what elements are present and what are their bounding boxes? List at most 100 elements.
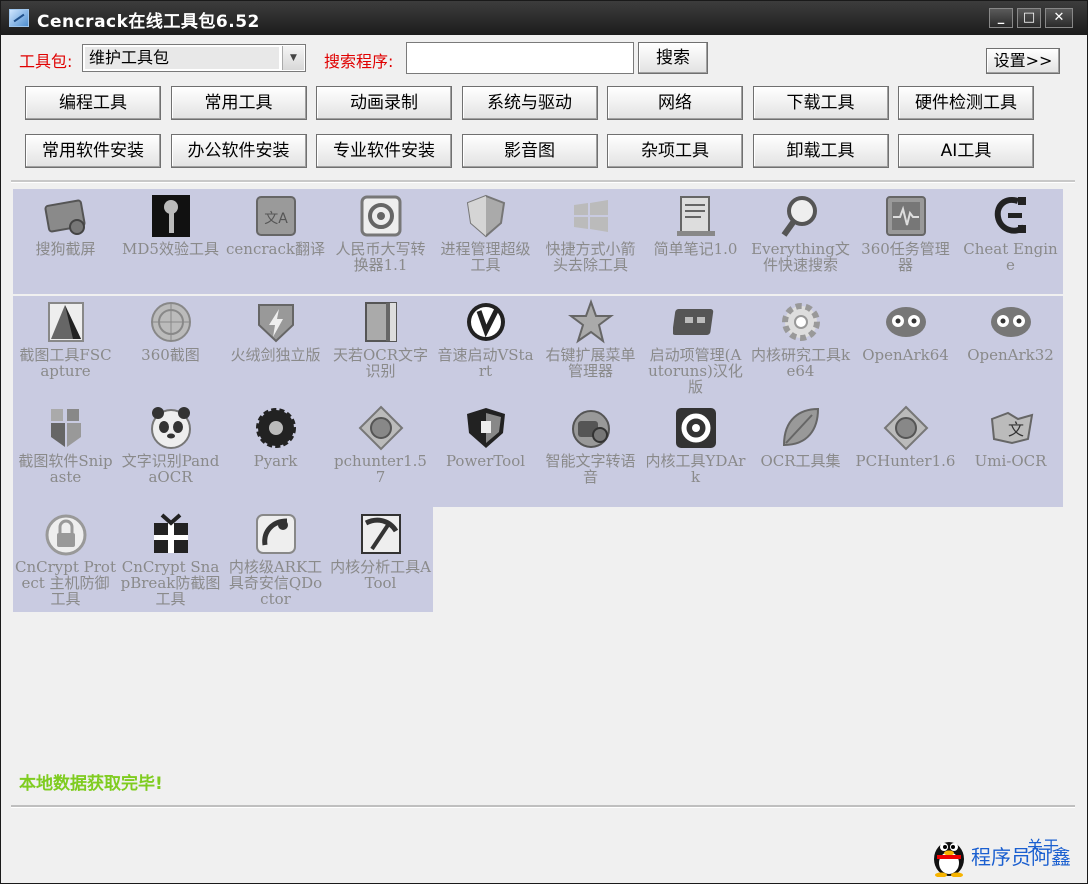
maximize-button[interactable]: □ — [1017, 8, 1041, 28]
tool-item[interactable]: pchunter1.57 — [328, 401, 433, 505]
tool-item[interactable]: PowerTool — [433, 401, 538, 505]
category-button[interactable]: 系统与驱动 — [461, 86, 598, 120]
ydark-icon — [676, 408, 716, 448]
tool-name: Cheat Engine — [963, 240, 1058, 274]
pchunter-icon — [883, 405, 929, 451]
qdoctor-icon — [256, 514, 296, 554]
tool-item[interactable]: 音速启动VStart — [433, 295, 538, 399]
tool-name: 内核分析工具ATool — [330, 558, 431, 592]
tool-item[interactable]: 简单笔记1.0 — [643, 189, 748, 293]
sword-shield-icon — [258, 304, 294, 343]
tool-name: MD5效验工具 — [122, 240, 219, 258]
capture-icon — [48, 302, 84, 342]
tool-item[interactable]: OpenArk64 — [853, 295, 958, 399]
toolkit-select[interactable]: 维护工具包 ▼ — [82, 44, 306, 72]
category-button[interactable]: 卸载工具 — [752, 134, 889, 168]
search-input[interactable] — [406, 42, 634, 74]
category-button[interactable]: 编程工具 — [25, 86, 161, 120]
power-shield-icon — [467, 408, 505, 448]
svg-text:文A: 文A — [264, 211, 288, 227]
lock-icon — [45, 514, 87, 556]
tool-item[interactable]: PCHunter1.6 — [853, 401, 958, 505]
settings-button[interactable]: 设置>> — [986, 48, 1060, 74]
tool-item[interactable]: 360任务管理器 — [853, 189, 958, 293]
category-button[interactable]: 影音图 — [461, 134, 598, 168]
tool-item[interactable]: MD5效验工具 — [118, 189, 223, 293]
tool-item[interactable]: 文字识别PandaOCR — [118, 401, 223, 505]
tool-item[interactable]: 启动项管理(Autoruns)汉化版 — [643, 295, 748, 399]
tool-item[interactable]: 进程管理超级工具 — [433, 189, 538, 293]
tool-name: CnCrypt Protect 主机防御工具 — [15, 558, 116, 608]
tool-name: OpenArk32 — [967, 346, 1054, 364]
converter-icon — [360, 195, 402, 237]
tool-item[interactable]: 文A cencrack翻译 — [223, 189, 328, 293]
tool-item[interactable]: 天若OCR文字识别 — [328, 295, 433, 399]
tool-name: Everything文件快速搜索 — [751, 240, 850, 274]
tool-name: 360任务管理器 — [861, 240, 950, 274]
tool-name: 内核研究工具ke64 — [750, 346, 851, 380]
category-button[interactable]: 常用工具 — [170, 86, 307, 120]
tool-item[interactable]: 人民币大写转换器1.1 — [328, 189, 433, 293]
screenshot-tool-icon — [44, 199, 86, 235]
tool-name: PowerTool — [445, 452, 526, 470]
minimize-button[interactable]: _ — [989, 8, 1013, 28]
tool-item[interactable]: 内核级ARK工具奇安信QDoctor — [223, 507, 328, 611]
tool-name: pchunter1.57 — [334, 452, 427, 486]
category-button[interactable]: 杂项工具 — [607, 134, 743, 168]
tool-name: 360截图 — [141, 346, 200, 364]
key-icon — [152, 195, 190, 237]
tool-item[interactable]: 搜狗截屏 — [13, 189, 118, 293]
tool-name: 截图工具FSCapture — [19, 346, 112, 380]
gift-icon — [154, 513, 188, 553]
chevron-down-icon[interactable]: ▼ — [282, 46, 304, 70]
about-link[interactable]: 关于 — [1027, 833, 1059, 857]
magnifier-icon — [781, 196, 817, 237]
status-text: 本地数据获取完毕! — [19, 774, 163, 794]
category-button[interactable]: 专业软件安装 — [316, 134, 452, 168]
category-button[interactable]: 网络 — [607, 86, 743, 120]
tool-name: 天若OCR文字识别 — [332, 346, 429, 380]
tool-item[interactable]: 截图工具FSCapture — [13, 295, 118, 399]
tool-name: 搜狗截屏 — [35, 240, 96, 258]
book-icon — [365, 302, 397, 342]
tool-item[interactable]: Everything文件快速搜索 — [748, 189, 853, 293]
tool-item[interactable]: Cheat Engine — [958, 189, 1063, 293]
tool-item[interactable]: 快捷方式小箭头去除工具 — [538, 189, 643, 293]
pchunter-icon — [358, 405, 404, 451]
tool-item[interactable]: 内核分析工具ATool — [328, 507, 433, 611]
category-button[interactable]: 常用软件安装 — [25, 134, 161, 168]
tool-item[interactable]: 360截图 — [118, 295, 223, 399]
tool-item[interactable]: CnCrypt SnapBreak防截图工具 — [118, 507, 223, 611]
category-button[interactable]: 硬件检测工具 — [898, 86, 1034, 120]
tool-name: 简单笔记1.0 — [653, 240, 738, 258]
tool-name: 智能文字转语音 — [545, 452, 636, 486]
windows-icon — [574, 200, 608, 232]
tool-name: 进程管理超级工具 — [440, 240, 531, 274]
tool-item[interactable]: 内核研究工具ke64 — [748, 295, 853, 399]
tool-item[interactable]: 文 Umi-OCR — [958, 401, 1063, 505]
close-button[interactable]: ✕ — [1045, 8, 1073, 28]
tool-item[interactable]: 右键扩展菜单管理器 — [538, 295, 643, 399]
tool-item[interactable]: OCR工具集 — [748, 401, 853, 505]
category-button[interactable]: 下载工具 — [752, 86, 889, 120]
category-button[interactable]: 动画录制 — [316, 86, 452, 120]
tool-item[interactable]: 截图软件Snipaste — [13, 401, 118, 505]
category-button[interactable]: 办公软件安装 — [170, 134, 307, 168]
app-icon — [9, 9, 29, 27]
search-button[interactable]: 搜索 — [638, 42, 708, 74]
translate-icon: 文A — [256, 196, 296, 236]
tool-item[interactable]: 火绒剑独立版 — [223, 295, 328, 399]
tool-name: 内核工具YDArk — [645, 452, 746, 486]
title-bar[interactable]: Cencrack在线工具包6.52 _ □ ✕ — [1, 1, 1087, 35]
task-monitor-icon — [886, 196, 926, 236]
tool-item[interactable]: OpenArk32 — [958, 295, 1063, 399]
tool-item[interactable]: CnCrypt Protect 主机防御工具 — [13, 507, 118, 611]
tool-name: OCR工具集 — [760, 452, 841, 470]
tool-item[interactable]: Pyark — [223, 401, 328, 505]
category-button[interactable]: AI工具 — [898, 134, 1034, 168]
vstart-icon — [467, 303, 505, 341]
tool-item[interactable]: 内核工具YDArk — [643, 401, 748, 505]
tool-name: Pyark — [253, 452, 298, 470]
target-icon — [151, 302, 191, 342]
tool-item[interactable]: 智能文字转语音 — [538, 401, 643, 505]
